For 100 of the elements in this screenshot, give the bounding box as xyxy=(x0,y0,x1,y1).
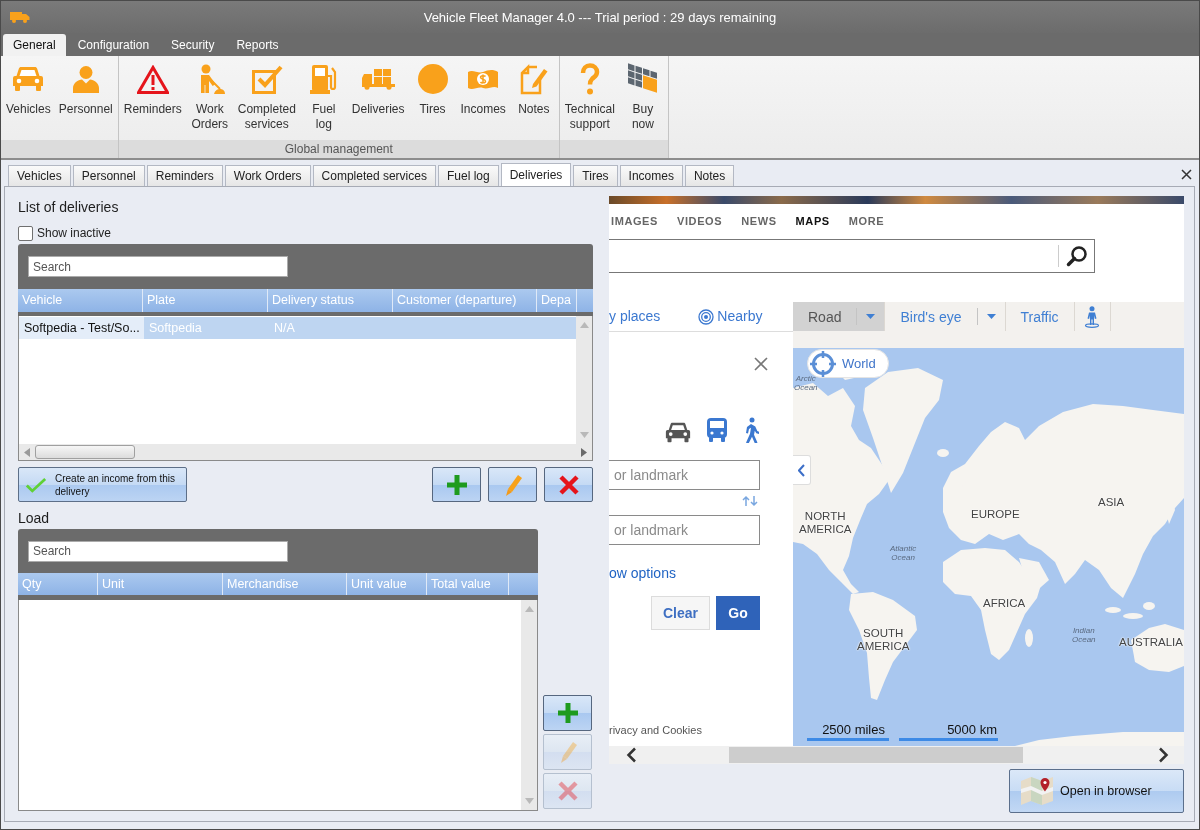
swap-arrows-icon[interactable] xyxy=(742,495,758,507)
ribbon-tab[interactable]: Reports xyxy=(226,35,289,56)
ribbon-tab[interactable]: General xyxy=(3,34,66,56)
document-tab[interactable]: Vehicles xyxy=(8,165,71,186)
warning-icon xyxy=(136,64,169,94)
nav-link[interactable]: MORE xyxy=(848,215,885,228)
section-title: List of deliveries xyxy=(18,199,119,216)
plus-icon xyxy=(445,473,468,496)
crosshair-icon xyxy=(810,350,836,377)
ocean-label: Indian Ocean xyxy=(1072,627,1096,645)
pedestrian-icon[interactable] xyxy=(743,417,759,443)
nav-link[interactable]: VIDEOS xyxy=(677,215,723,228)
group-label: Global management xyxy=(284,141,393,158)
ribbon-button[interactable]: Tires xyxy=(409,56,456,140)
table-cell-text: Softpedia xyxy=(148,320,203,337)
caret-icon[interactable] xyxy=(986,314,996,319)
scrollbar-thumb[interactable] xyxy=(35,445,135,459)
input-field[interactable]: or landmark xyxy=(609,515,760,545)
checkbox[interactable] xyxy=(18,225,33,241)
left-triangle-icon[interactable] xyxy=(24,447,30,457)
link[interactable]: rivacy and Cookies xyxy=(609,723,702,737)
ribbon-button[interactable]: Notes xyxy=(510,56,557,140)
nav-link[interactable]: IMAGES xyxy=(611,215,658,228)
search-field[interactable]: Search xyxy=(28,540,288,562)
continent-label: EUROPE xyxy=(971,508,1020,521)
nav-link[interactable]: NEWS xyxy=(741,215,777,228)
bus-icon[interactable] xyxy=(706,417,728,443)
nav-link[interactable]: MAPS xyxy=(795,215,830,228)
close-icon[interactable] xyxy=(1181,169,1192,180)
create-income-button[interactable]: Create an income from this delivery xyxy=(18,467,187,502)
person-icon[interactable] xyxy=(1084,305,1101,328)
document-tab[interactable]: Personnel xyxy=(72,165,145,186)
ribbon-button[interactable]: Personnel xyxy=(55,56,116,140)
ribbon-button[interactable]: Completed services xyxy=(234,56,299,140)
checkbox-label[interactable]: Show inactive xyxy=(37,226,112,240)
section-title: Load xyxy=(18,510,50,526)
ribbon-tab[interactable]: Security xyxy=(161,35,225,56)
chevron-right-icon[interactable] xyxy=(1158,747,1169,763)
fuel-pump-icon xyxy=(308,63,339,95)
collapse-tab[interactable] xyxy=(793,455,811,485)
link[interactable]: ow options xyxy=(609,565,676,582)
cross-icon xyxy=(556,780,579,802)
horizontal-scrollbar[interactable] xyxy=(609,746,1184,764)
ribbon-button[interactable]: Incomes xyxy=(457,56,509,140)
plus-icon xyxy=(556,702,579,724)
document-tab[interactable]: Reminders xyxy=(146,165,223,186)
ribbon-button[interactable]: Reminders xyxy=(120,56,185,140)
folded-map-icon xyxy=(1020,775,1054,807)
search-icon[interactable] xyxy=(1065,245,1088,267)
add-button[interactable] xyxy=(432,467,481,502)
table-cell: Softpedia - Test/So... xyxy=(19,317,144,339)
open-in-browser-button[interactable]: Open in browser xyxy=(1009,769,1184,813)
ribbon-button[interactable]: Technical support xyxy=(561,56,618,140)
checkmark-icon xyxy=(25,476,47,493)
go-button[interactable]: Go xyxy=(716,596,760,630)
delete-button[interactable] xyxy=(544,467,593,502)
car-icon xyxy=(12,66,45,92)
document-tab[interactable]: Completed services xyxy=(312,165,436,186)
note-icon xyxy=(518,63,549,95)
link[interactable]: y places xyxy=(609,308,661,325)
horizontal-scrollbar[interactable] xyxy=(19,444,592,460)
document-tab[interactable]: Incomes xyxy=(619,165,683,186)
clear-button[interactable]: Clear xyxy=(651,596,710,630)
cross-icon xyxy=(557,473,580,496)
edit-button[interactable] xyxy=(488,467,537,502)
caret-icon[interactable] xyxy=(866,314,876,319)
ocean-label: Arctic Ocean xyxy=(794,375,818,393)
ribbon-button[interactable]: Work Orders xyxy=(186,56,233,140)
document-tab[interactable]: Work Orders xyxy=(224,165,311,186)
document-tab[interactable]: Notes xyxy=(684,165,735,186)
ribbon-button[interactable]: Fuel log xyxy=(300,56,347,140)
nearby-link[interactable]: Nearby xyxy=(698,308,763,325)
ribbon-tab[interactable]: Configuration xyxy=(67,35,160,56)
ribbon-button[interactable]: Buy now xyxy=(619,56,666,140)
right-triangle-icon[interactable] xyxy=(581,447,587,457)
document-tab[interactable]: Deliveries xyxy=(500,163,572,186)
document-tab[interactable]: Fuel log xyxy=(437,165,499,186)
table-cell-text: N/A xyxy=(273,320,296,337)
ribbon-button[interactable]: Deliveries xyxy=(348,56,408,140)
input-field[interactable]: or landmark xyxy=(609,460,760,490)
scale-bar: 5000 km xyxy=(899,723,998,741)
continent-label: AFRICA xyxy=(983,597,1026,610)
truck-icon xyxy=(361,68,396,90)
document-tab[interactable]: Tires xyxy=(573,165,618,186)
target-icon xyxy=(698,308,715,325)
scrollbar-thumb[interactable] xyxy=(729,747,1023,763)
continent-label: AUSTRALIA xyxy=(1119,636,1183,649)
search-field[interactable]: Search xyxy=(28,256,288,277)
map-type-tab[interactable]: Road xyxy=(793,302,886,331)
add-button[interactable] xyxy=(543,695,592,731)
window-title: Vehicle Fleet Manager 4.0 --- Trial period : 29 days remaining xyxy=(423,9,777,25)
table-row[interactable]: Softpedia - Test/So... Softpedia N/A xyxy=(19,317,576,339)
ribbon-button[interactable]: Vehicles xyxy=(3,56,54,140)
truck-icon xyxy=(10,11,30,23)
continent-label: ASIA xyxy=(1098,496,1125,509)
car-icon[interactable] xyxy=(665,422,691,443)
solar-panel-icon xyxy=(626,63,659,95)
banknote-icon xyxy=(467,68,500,90)
person-icon xyxy=(71,65,100,93)
chevron-left-icon[interactable] xyxy=(626,747,637,763)
